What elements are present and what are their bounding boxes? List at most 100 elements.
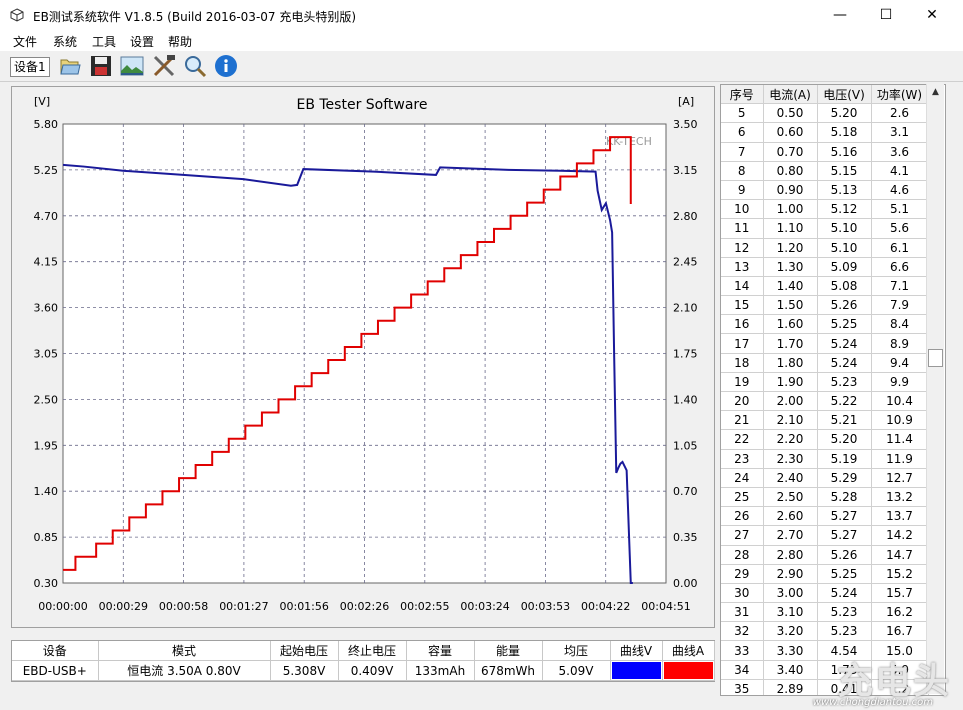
tab-device-1[interactable]: 设备1 xyxy=(10,57,50,77)
table-cell: 2.00 xyxy=(763,391,818,412)
summary-end-voltage: 0.409V xyxy=(338,660,407,681)
table-cell: 5.20 xyxy=(817,429,872,450)
table-cell: 14.2 xyxy=(871,525,929,546)
menu-settings[interactable]: 设置 xyxy=(130,33,154,50)
tools-icon[interactable] xyxy=(152,54,176,78)
app-icon xyxy=(10,8,24,22)
menu-file[interactable]: 文件 xyxy=(13,33,37,50)
table-row[interactable]: 16 1.60 5.25 8.4 xyxy=(721,314,929,335)
table-row[interactable]: 20 2.00 5.22 10.4 xyxy=(721,391,929,412)
save-icon[interactable] xyxy=(89,54,113,78)
table-cell: 5.09 xyxy=(817,257,872,277)
table-cell: 2.60 xyxy=(763,506,818,527)
table-row[interactable]: 22 2.20 5.20 11.4 xyxy=(721,429,929,450)
table-row[interactable]: 21 2.10 5.21 10.9 xyxy=(721,410,929,431)
table-row[interactable]: 13 1.30 5.09 6.6 xyxy=(721,257,929,277)
table-cell: 32 xyxy=(721,621,764,642)
table-cell: 6.6 xyxy=(871,257,929,277)
table-cell: 3.20 xyxy=(763,621,818,642)
x-tick-label: 00:04:51 xyxy=(641,600,690,613)
table-scrollbar[interactable]: ▲ xyxy=(926,84,944,694)
table-row[interactable]: 31 3.10 5.23 16.2 xyxy=(721,602,929,623)
summary-capacity: 133mAh xyxy=(406,660,475,681)
readings-table: 序号 电流(A) 电压(V) 功率(W) 5 0.50 5.20 2.6 6 0.60 5.18 3… xyxy=(721,85,929,695)
table-row[interactable]: 11 1.10 5.10 5.6 xyxy=(721,218,929,239)
menu-bar: 文件 系统 工具 设置 帮助 xyxy=(0,31,963,51)
table-row[interactable]: 27 2.70 5.27 14.2 xyxy=(721,525,929,546)
table-cell: 6 xyxy=(721,122,764,143)
summary-device: EBD-USB+ xyxy=(12,660,99,681)
table-row[interactable]: 24 2.40 5.29 12.7 xyxy=(721,468,929,488)
readings-header[interactable]: 电压(V) xyxy=(817,85,872,105)
table-row[interactable]: 18 1.80 5.24 9.4 xyxy=(721,353,929,373)
minimize-button[interactable]: — xyxy=(817,0,863,31)
table-row[interactable]: 26 2.60 5.27 13.7 xyxy=(721,506,929,527)
image-icon[interactable] xyxy=(120,54,144,78)
menu-tools[interactable]: 工具 xyxy=(92,33,116,50)
summary-header: 曲线A xyxy=(662,641,715,661)
table-cell: 29 xyxy=(721,564,764,584)
table-row[interactable]: 6 0.60 5.18 3.1 xyxy=(721,122,929,143)
table-row[interactable]: 28 2.80 5.26 14.7 xyxy=(721,545,929,565)
y-left-tick-label: 3.05 xyxy=(34,348,59,361)
table-cell: 16 xyxy=(721,314,764,335)
readings-header[interactable]: 电流(A) xyxy=(763,85,818,105)
table-row[interactable]: 25 2.50 5.28 13.2 xyxy=(721,487,929,508)
curve-v-cell[interactable] xyxy=(610,660,663,681)
table-row[interactable]: 12 1.20 5.10 6.1 xyxy=(721,238,929,258)
table-cell: 2.89 xyxy=(763,679,818,695)
table-row[interactable]: 23 2.30 5.19 11.9 xyxy=(721,449,929,469)
table-cell: 13 xyxy=(721,257,764,277)
menu-system[interactable]: 系统 xyxy=(53,33,77,50)
table-row[interactable]: 5 0.50 5.20 2.6 xyxy=(721,103,929,124)
table-row[interactable]: 17 1.70 5.24 8.9 xyxy=(721,333,929,354)
x-tick-label: 00:04:22 xyxy=(581,600,630,613)
title-bar: EB测试系统软件 V1.8.5 (Build 2016-03-07 充电头特别版… xyxy=(0,0,963,31)
table-cell: 1.10 xyxy=(763,218,818,239)
scroll-up-icon[interactable]: ▲ xyxy=(927,84,944,101)
table-cell: 33 xyxy=(721,640,764,661)
summary-panel: 设备 模式 起始电压 终止电压 容量 能量 均压 曲线V 曲线A EBD-USB+ 恒电流 3.… xyxy=(11,640,715,682)
y-left-tick-label: 4.70 xyxy=(34,210,59,223)
curve-a-cell[interactable] xyxy=(662,660,715,681)
y-left-tick-label: 0.30 xyxy=(34,577,59,590)
maximize-button[interactable]: ☐ xyxy=(863,0,909,31)
table-cell: 5.28 xyxy=(817,487,872,508)
table-cell: 5.19 xyxy=(817,449,872,469)
table-row[interactable]: 10 1.00 5.12 5.1 xyxy=(721,199,929,220)
table-cell: 11 xyxy=(721,218,764,239)
summary-header: 模式 xyxy=(98,641,271,661)
scroll-thumb[interactable] xyxy=(928,349,943,367)
menu-help[interactable]: 帮助 xyxy=(168,33,192,50)
table-cell: 1.80 xyxy=(763,353,818,373)
table-row[interactable]: 8 0.80 5.15 4.1 xyxy=(721,161,929,181)
table-cell: 12.7 xyxy=(871,468,929,488)
summary-header: 均压 xyxy=(542,641,611,661)
table-row[interactable]: 7 0.70 5.16 3.6 xyxy=(721,142,929,162)
table-cell: 14 xyxy=(721,276,764,297)
curve-v-swatch[interactable] xyxy=(611,662,661,679)
table-cell: 10 xyxy=(721,199,764,220)
table-row[interactable]: 9 0.90 5.13 4.6 xyxy=(721,180,929,201)
curve-a-swatch[interactable] xyxy=(663,662,713,679)
table-cell: 31 xyxy=(721,602,764,623)
table-cell: 16.7 xyxy=(871,621,929,642)
info-icon[interactable] xyxy=(214,54,238,78)
readings-header[interactable]: 功率(W) xyxy=(871,85,929,105)
table-row[interactable]: 29 2.90 5.25 15.2 xyxy=(721,564,929,584)
table-cell: 5.1 xyxy=(871,199,929,220)
y-right-tick-label: 0.70 xyxy=(673,485,698,498)
table-row[interactable]: 15 1.50 5.26 7.9 xyxy=(721,295,929,316)
table-cell: 5.24 xyxy=(817,353,872,373)
chart-panel: 5.80 3.50 5.25 3.15 4.70 2.80 4.15 2.45 3.60 2.10… xyxy=(11,86,715,628)
close-button[interactable]: ✕ xyxy=(909,0,955,31)
table-row[interactable]: 19 1.90 5.23 9.9 xyxy=(721,372,929,393)
table-row[interactable]: 14 1.40 5.08 7.1 xyxy=(721,276,929,297)
table-row[interactable]: 32 3.20 5.23 16.7 xyxy=(721,621,929,642)
folder-icon[interactable] xyxy=(58,54,82,78)
table-row[interactable]: 30 3.00 5.24 15.7 xyxy=(721,583,929,604)
readings-header[interactable]: 序号 xyxy=(721,85,764,105)
y-right-tick-label: 2.10 xyxy=(673,302,698,315)
search-icon[interactable] xyxy=(183,54,207,78)
table-cell: 5.21 xyxy=(817,410,872,431)
